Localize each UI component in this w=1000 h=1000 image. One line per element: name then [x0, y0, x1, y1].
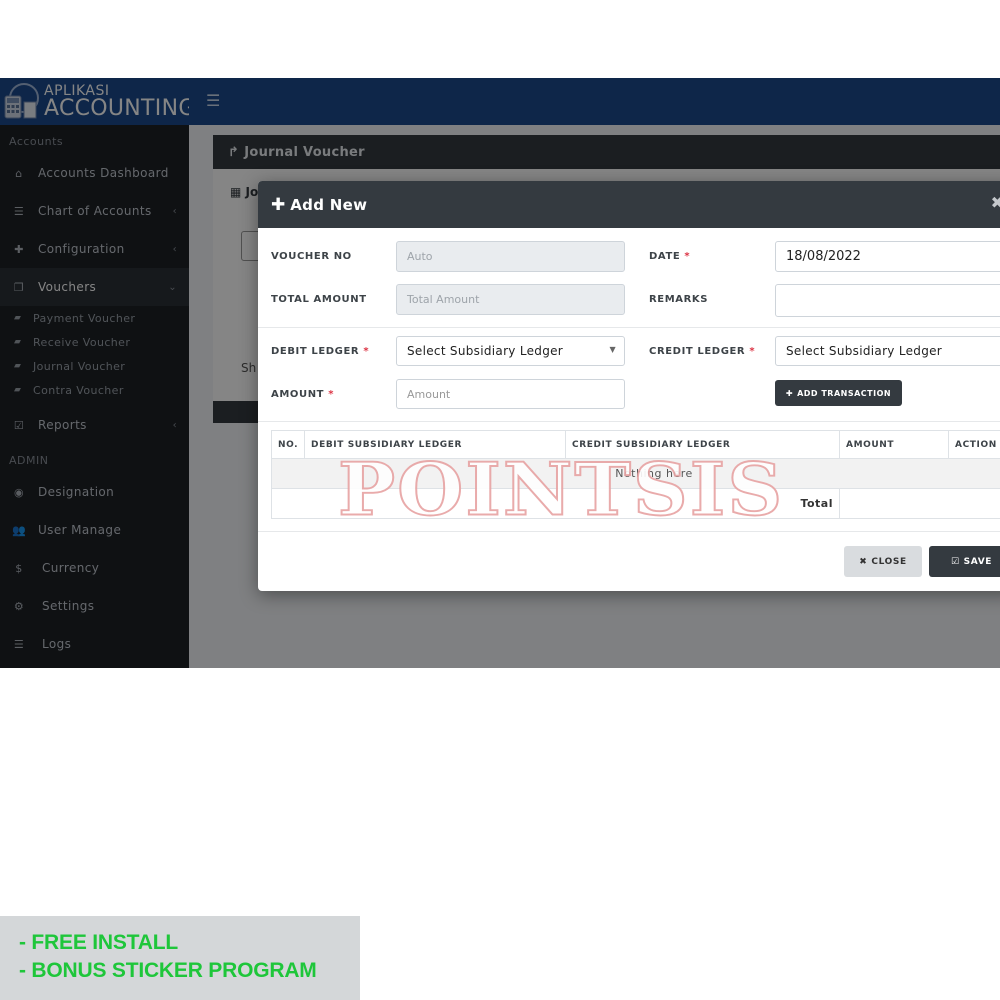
plus-icon: ✚ — [785, 388, 794, 398]
promo-line-free-install: - FREE INSTALL — [19, 931, 178, 954]
watermark-text: POINTSIS — [337, 446, 785, 532]
debit-ledger-select[interactable]: Select Subsidiary Ledger ▼ — [396, 336, 625, 366]
column-header-amount: AMOUNT — [839, 430, 949, 459]
required-asterisk: * — [749, 346, 756, 357]
total-amount-label: TOTAL AMOUNT — [271, 294, 367, 305]
remarks-label: REMARKS — [649, 294, 708, 305]
column-header-no: NO. — [271, 430, 305, 459]
modal-title: Add New — [290, 195, 368, 214]
voucher-no-label: VOUCHER NO — [271, 251, 352, 262]
modal-header: ✚ Add New ✖ — [258, 181, 1000, 228]
save-button[interactable]: ☑ SAVE — [929, 546, 1000, 577]
debit-ledger-label-text: DEBIT LEDGER — [271, 346, 360, 357]
caret-down-icon: ▼ — [609, 345, 616, 354]
amount-label: AMOUNT * — [271, 389, 334, 400]
promo-banner: - FREE INSTALL - BONUS STICKER PROGRAM — [0, 916, 360, 1000]
credit-ledger-label-text: CREDIT LEDGER — [649, 346, 746, 357]
app-screen: APLIKASI ACCOUNTING Accounts ⌂ Accounts … — [0, 78, 1000, 668]
total-value — [839, 488, 1000, 519]
form-divider — [258, 327, 1000, 328]
close-icon[interactable]: ✖ — [991, 193, 1000, 212]
voucher-no-label-text: VOUCHER NO — [271, 251, 352, 262]
column-header-action: ACTION — [948, 430, 1000, 459]
plus-icon: ✚ — [271, 194, 286, 215]
check-square-icon: ☑ — [950, 556, 960, 567]
promo-line-bonus-sticker: - BONUS STICKER PROGRAM — [19, 959, 317, 982]
close-icon: ✖ — [859, 556, 868, 567]
add-transaction-label: ADD TRANSACTION — [797, 388, 892, 398]
date-input[interactable]: 18/08/2022 — [775, 241, 1000, 272]
voucher-no-input[interactable]: Auto — [396, 241, 625, 272]
form-divider — [258, 421, 1000, 422]
credit-ledger-selected-text: Select Subsidiary Ledger — [786, 344, 943, 358]
required-asterisk: * — [328, 389, 335, 400]
save-button-label: SAVE — [963, 556, 993, 567]
credit-ledger-label: CREDIT LEDGER * — [649, 346, 755, 357]
remarks-label-text: REMARKS — [649, 294, 709, 305]
credit-ledger-select[interactable]: Select Subsidiary Ledger ▼ — [775, 336, 1000, 366]
required-asterisk: * — [363, 346, 370, 357]
amount-input[interactable]: Amount — [396, 379, 625, 409]
required-asterisk: * — [684, 251, 691, 262]
date-label-text: DATE — [649, 251, 681, 262]
debit-ledger-selected-text: Select Subsidiary Ledger — [407, 344, 564, 358]
close-button-label: CLOSE — [871, 556, 907, 567]
close-button[interactable]: ✖ CLOSE — [844, 546, 922, 577]
total-amount-label-text: TOTAL AMOUNT — [271, 294, 367, 305]
date-label: DATE * — [649, 251, 690, 262]
total-amount-input[interactable]: Total Amount — [396, 284, 625, 315]
amount-label-text: AMOUNT — [271, 389, 325, 400]
remarks-textarea[interactable] — [775, 284, 1000, 317]
debit-ledger-label: DEBIT LEDGER * — [271, 346, 369, 357]
add-transaction-button[interactable]: ✚ ADD TRANSACTION — [775, 380, 902, 406]
